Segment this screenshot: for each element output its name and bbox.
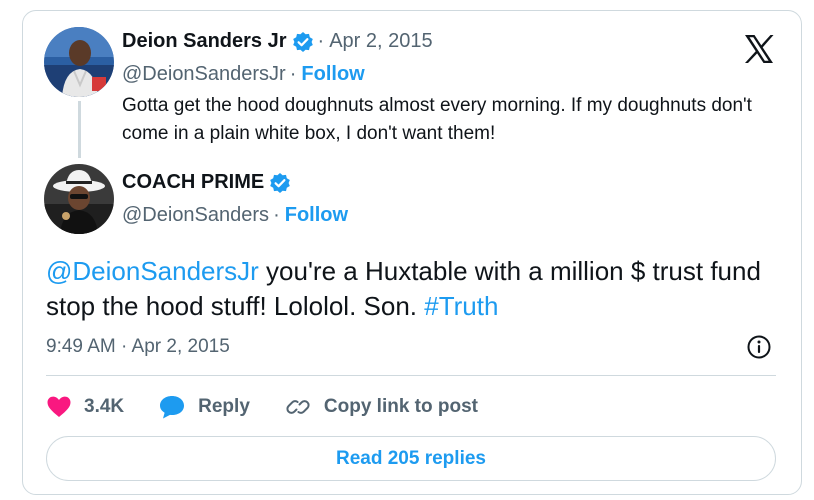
main-author-handle[interactable]: @DeionSanders [122, 204, 269, 227]
separator-dot: · [317, 30, 325, 52]
quoted-tweet-header: Deion Sanders Jr · Apr 2, 2015 [122, 30, 433, 53]
separator-dot: · [273, 204, 280, 226]
follow-button[interactable]: Follow [285, 204, 348, 227]
divider [46, 375, 776, 376]
quoted-handle-row: @DeionSandersJr · Follow [122, 63, 365, 86]
reply-bubble-icon [160, 396, 185, 419]
verified-badge-icon [292, 31, 314, 53]
quoted-author-handle[interactable]: @DeionSandersJr [122, 63, 286, 86]
reply-button[interactable]: Reply [158, 394, 250, 420]
main-tweet-text: @DeionSandersJr you're a Huxtable with a… [46, 254, 786, 324]
heart-icon [47, 396, 71, 417]
tweet-timestamp[interactable]: 9:49 AM · Apr 2, 2015 [46, 336, 230, 358]
follow-button[interactable]: Follow [301, 63, 364, 86]
mention-link[interactable]: @DeionSandersJr [46, 256, 259, 286]
reply-label: Reply [198, 396, 250, 417]
link-icon [286, 400, 310, 414]
action-bar: 3.4K Reply Copy link to post [46, 390, 512, 424]
verified-badge-icon [269, 172, 291, 194]
hashtag-link[interactable]: #Truth [424, 291, 498, 321]
quoted-tweet-text: Gotta get the hood doughnuts almost ever… [122, 95, 752, 144]
info-icon[interactable] [745, 333, 773, 361]
x-logo-icon[interactable] [742, 32, 776, 66]
copy-link-label: Copy link to post [323, 396, 478, 417]
read-replies-button[interactable]: Read 205 replies [46, 436, 776, 481]
main-handle-row: @DeionSanders · Follow [122, 204, 348, 227]
main-tweet-header: COACH PRIME [122, 171, 291, 194]
thread-connector-line [78, 101, 81, 158]
like-button[interactable]: 3.4K [46, 395, 124, 419]
copy-link-button[interactable]: Copy link to post [284, 393, 478, 421]
like-count: 3.4K [84, 396, 125, 417]
avatar-deion-sanders-jr[interactable] [44, 27, 114, 97]
main-author-name[interactable]: COACH PRIME [122, 171, 264, 194]
avatar-coach-prime[interactable] [44, 164, 114, 234]
quoted-tweet-date[interactable]: Apr 2, 2015 [329, 30, 432, 53]
quoted-author-name[interactable]: Deion Sanders Jr [122, 30, 287, 53]
separator-dot: · [289, 63, 297, 85]
